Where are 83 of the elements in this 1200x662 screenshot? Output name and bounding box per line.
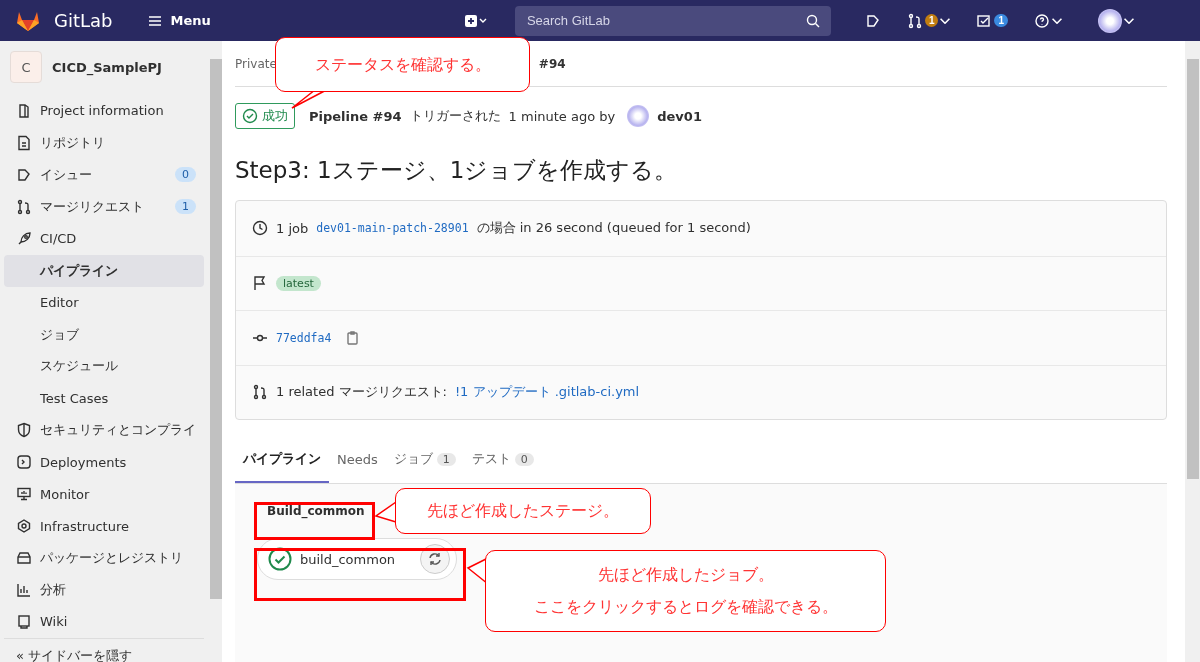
merge-request-link[interactable]: !1 アップデート .gitlab-ci.yml: [454, 383, 640, 402]
monitor-icon: [16, 486, 32, 503]
pipeline-id: Pipeline #94: [309, 108, 402, 124]
count-badge: 0: [175, 167, 196, 183]
sidebar-item[interactable]: パッケージとレジストリ: [4, 542, 204, 575]
callout-text: 先ほど作成したジョブ。: [597, 564, 774, 586]
stage-name: Build_common: [267, 504, 365, 518]
flag-icon: [252, 275, 268, 292]
trigger-time: 1 minute ago by: [508, 108, 616, 124]
search-field[interactable]: Search GitLab: [514, 5, 831, 36]
retry-icon: [427, 551, 443, 567]
collapse-sidebar-link[interactable]: « サイドバーを隠す: [4, 637, 204, 662]
callout-text: ここをクリックするとログを確認できる。: [533, 596, 838, 618]
clock-icon: [252, 220, 268, 237]
tag-icon: [16, 166, 32, 183]
chevron-down-icon: [1124, 17, 1134, 24]
scrollbar-thumb[interactable]: [1186, 59, 1199, 479]
sidebar-item[interactable]: 分析: [4, 574, 204, 606]
chevron-down-icon: [940, 17, 951, 24]
chevron-down-icon: [1052, 17, 1062, 24]
todos-button[interactable]: 1: [970, 12, 1014, 29]
sidebar-item[interactable]: Editor: [4, 286, 204, 319]
book-icon: [16, 613, 32, 630]
breadcrumb-link[interactable]: Private: [235, 56, 277, 71]
tag-icon: [864, 12, 881, 29]
callout-text: 先ほど作成したステージ。: [427, 500, 619, 522]
sidebar-item[interactable]: リポジトリ: [4, 126, 204, 159]
job-name: build_common: [300, 551, 396, 567]
breadcrumb-link[interactable]: #94: [538, 56, 566, 71]
check-circle-icon: [242, 108, 258, 124]
count-badge: 1: [175, 199, 196, 215]
hexagon-icon: [16, 518, 32, 535]
tab[interactable]: ジョブ 1: [385, 440, 464, 483]
sidebar-item[interactable]: セキュリティとコンプライ: [4, 414, 204, 447]
search-input[interactable]: Search GitLab: [524, 12, 805, 29]
sidebar-item[interactable]: Monitor: [4, 478, 204, 511]
sidebar-item[interactable]: Project information: [4, 95, 204, 127]
sidebar-item[interactable]: Wiki: [4, 606, 204, 638]
sidebar-item[interactable]: イシュー 0: [4, 158, 204, 191]
merge-request-icon: [252, 384, 268, 401]
sidebar-item[interactable]: ジョブ: [4, 318, 204, 351]
user-link[interactable]: dev01: [657, 108, 702, 124]
pipeline-title: Step3: 1ステージ、1ジョブを作成する。: [235, 156, 679, 185]
tab[interactable]: テスト 0: [463, 440, 542, 483]
trigger-text: トリガーされた: [409, 107, 501, 125]
file-icon: [16, 134, 32, 151]
latest-badge: latest: [276, 275, 321, 291]
shield-icon: [16, 422, 32, 439]
user-avatar: [1098, 8, 1122, 33]
job-count-text: 1 job: [276, 220, 309, 236]
bar-chart-icon: [16, 582, 32, 599]
package-icon: [16, 550, 32, 567]
merge-request-icon: [906, 12, 923, 29]
sidebar-item[interactable]: Infrastructure: [4, 510, 204, 543]
sidebar-item[interactable]: Deployments: [4, 446, 204, 479]
brand-name[interactable]: GitLab: [54, 10, 113, 31]
status-badge[interactable]: 成功: [235, 103, 295, 129]
project-name[interactable]: CICD_SamplePJ: [52, 59, 162, 75]
checkbox-icon: [976, 12, 993, 29]
count-badge: 1: [436, 452, 456, 466]
sidebar-item[interactable]: マージリクエスト 1: [4, 190, 204, 223]
search-icon: [804, 12, 821, 29]
document-icon: [16, 102, 32, 119]
commit-link[interactable]: 77eddfa4: [276, 330, 332, 345]
help-icon: [1034, 12, 1050, 29]
sidebar-item[interactable]: スケジュール: [4, 350, 204, 383]
scrollbar-thumb[interactable]: [210, 59, 222, 599]
sidebar-item[interactable]: Test Cases: [4, 382, 204, 415]
count-badge: 1: [994, 14, 1008, 27]
rocket-icon: [16, 230, 32, 247]
project-avatar[interactable]: C: [10, 51, 42, 83]
menu-button[interactable]: Menu: [140, 11, 217, 30]
callout-text: ステータスを確認する。: [314, 53, 491, 76]
related-text: 1 related マージリクエスト:: [276, 383, 447, 402]
sidebar-item[interactable]: パイプライン: [4, 254, 204, 287]
count-badge: 0: [514, 452, 534, 466]
sidebar-item[interactable]: CI/CD: [4, 222, 204, 255]
branch-link[interactable]: dev01-main-patch-28901: [316, 221, 469, 236]
deployment-icon: [16, 454, 32, 471]
count-badge: 1: [924, 14, 939, 27]
duration-text: の場合 in 26 second (queued for 1 second): [476, 219, 751, 238]
tab[interactable]: Needs: [329, 440, 386, 483]
merge-request-icon: [16, 198, 32, 215]
